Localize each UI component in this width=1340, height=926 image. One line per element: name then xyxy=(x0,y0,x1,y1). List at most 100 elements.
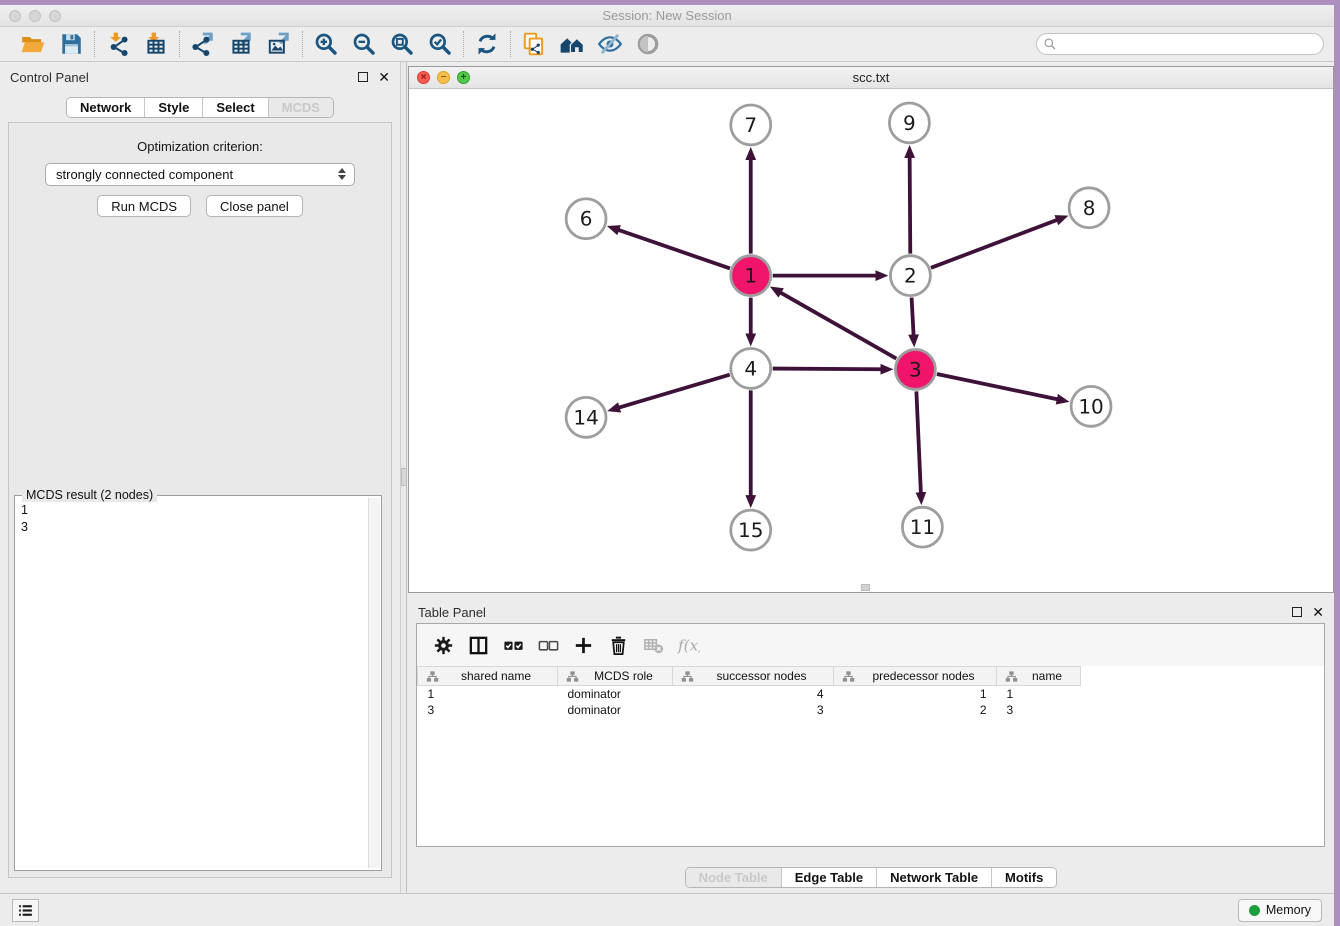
column-header-successor-nodes[interactable]: successor nodes xyxy=(673,667,834,686)
network-graph[interactable]: 7 9 6 8 1 2 4 3 14 10 15 11 xyxy=(409,89,1333,592)
edge-3-10[interactable] xyxy=(937,374,1058,399)
graph-node-7[interactable]: 7 xyxy=(731,105,771,145)
close-panel-icon[interactable]: ✕ xyxy=(378,72,390,82)
open-folder-button[interactable] xyxy=(18,30,48,58)
export-network-button[interactable] xyxy=(188,30,218,58)
import-table-button[interactable] xyxy=(141,30,171,58)
edge-4-3[interactable] xyxy=(773,369,882,370)
table-cell[interactable]: 2 xyxy=(834,702,997,718)
mcds-result-list[interactable]: 1 3 xyxy=(17,498,367,868)
node-label: 3 xyxy=(909,357,922,381)
export-image-icon xyxy=(266,31,292,57)
edge-3-1[interactable] xyxy=(780,292,896,358)
edge-2-8[interactable] xyxy=(931,220,1057,268)
graph-node-2[interactable]: 2 xyxy=(890,256,930,296)
table-cell[interactable]: dominator xyxy=(558,686,673,702)
optimization-criterion-dropdown[interactable]: strongly connected component xyxy=(45,163,355,186)
column-header-name[interactable]: name xyxy=(997,667,1081,686)
table-cell[interactable]: 3 xyxy=(673,702,834,718)
function-builder-button[interactable]: f(x) xyxy=(674,631,702,659)
show-all-icon xyxy=(635,31,661,57)
zoom-selected-button[interactable] xyxy=(425,30,455,58)
network-maximize-button[interactable]: + xyxy=(457,71,470,84)
refresh-button[interactable] xyxy=(472,30,502,58)
table-cell[interactable]: 3 xyxy=(997,702,1081,718)
network-minimize-button[interactable]: − xyxy=(437,71,450,84)
columns-button[interactable] xyxy=(464,631,492,659)
graph-node-15[interactable]: 15 xyxy=(731,510,771,550)
memory-status-icon xyxy=(1249,905,1260,916)
result-scrollbar[interactable] xyxy=(368,498,380,868)
run-mcds-button[interactable]: Run MCDS xyxy=(97,195,191,217)
import-network-button[interactable] xyxy=(103,30,133,58)
tab-edge-table[interactable]: Edge Table xyxy=(781,868,876,887)
network-canvas[interactable]: 7 9 6 8 1 2 4 3 14 10 15 11 xyxy=(409,89,1333,592)
table-cell[interactable]: 1 xyxy=(834,686,997,702)
edge-2-9[interactable] xyxy=(910,157,911,254)
add-column-button[interactable] xyxy=(569,631,597,659)
graph-node-9[interactable]: 9 xyxy=(889,103,929,143)
tab-node-table[interactable]: Node Table xyxy=(686,868,781,887)
save-button[interactable] xyxy=(56,30,86,58)
tab-select[interactable]: Select xyxy=(202,98,267,117)
clear-selection-button[interactable] xyxy=(534,631,562,659)
export-image-button[interactable] xyxy=(264,30,294,58)
hide-selected-button[interactable] xyxy=(595,30,625,58)
tab-motifs[interactable]: Motifs xyxy=(991,868,1056,887)
memory-button[interactable]: Memory xyxy=(1238,899,1322,922)
zoom-out-button[interactable] xyxy=(349,30,379,58)
graph-node-4[interactable]: 4 xyxy=(731,348,771,388)
gear-button[interactable] xyxy=(429,631,457,659)
network-window-titlebar[interactable]: × − + scc.txt xyxy=(409,67,1333,89)
graph-node-6[interactable]: 6 xyxy=(566,199,606,239)
node-label: 8 xyxy=(1083,196,1096,220)
close-panel-button[interactable]: Close panel xyxy=(206,195,303,217)
graph-node-14[interactable]: 14 xyxy=(566,397,606,437)
delete-table-button[interactable] xyxy=(639,631,667,659)
hide-selected-icon xyxy=(597,31,623,57)
panel-splitter[interactable] xyxy=(400,62,407,893)
edge-3-11[interactable] xyxy=(916,391,921,493)
graph-node-1[interactable]: 1 xyxy=(731,256,771,296)
import-network-icon xyxy=(105,31,131,57)
column-header-MCDS-role[interactable]: MCDS role xyxy=(558,667,673,686)
column-header-shared-name[interactable]: shared name xyxy=(418,667,558,686)
graph-node-8[interactable]: 8 xyxy=(1069,188,1109,228)
window-titlebar[interactable]: Session: New Session xyxy=(0,5,1334,27)
network-hscroll-thumb[interactable] xyxy=(861,584,870,591)
graph-node-10[interactable]: 10 xyxy=(1071,386,1111,426)
table-cell[interactable]: 1 xyxy=(418,686,558,702)
column-header-predecessor-nodes[interactable]: predecessor nodes xyxy=(834,667,997,686)
close-table-panel-icon[interactable]: ✕ xyxy=(1312,607,1324,617)
search-input[interactable] xyxy=(1057,35,1323,53)
table-cell[interactable]: 3 xyxy=(418,702,558,718)
task-history-button[interactable] xyxy=(12,899,39,922)
select-all-button[interactable] xyxy=(499,631,527,659)
show-all-button[interactable] xyxy=(633,30,663,58)
table-cell[interactable]: dominator xyxy=(558,702,673,718)
float-table-panel-icon[interactable] xyxy=(1292,607,1302,617)
float-panel-icon[interactable] xyxy=(358,72,368,82)
table-row[interactable]: 1dominator411 xyxy=(418,686,1081,702)
tab-style[interactable]: Style xyxy=(144,98,202,117)
tab-mcds[interactable]: MCDS xyxy=(268,98,333,117)
table-cell[interactable]: 4 xyxy=(673,686,834,702)
first-neighbors-button[interactable] xyxy=(557,30,587,58)
edge-2-3[interactable] xyxy=(912,298,914,336)
tab-network[interactable]: Network xyxy=(67,98,144,117)
export-table-button[interactable] xyxy=(226,30,256,58)
zoom-in-button[interactable] xyxy=(311,30,341,58)
graph-node-11[interactable]: 11 xyxy=(902,507,942,547)
zoom-fit-button[interactable] xyxy=(387,30,417,58)
search-field[interactable] xyxy=(1036,33,1324,55)
node-label: 10 xyxy=(1078,394,1103,418)
new-network-from-selection-button[interactable] xyxy=(519,30,549,58)
table-cell[interactable]: 1 xyxy=(997,686,1081,702)
graph-node-3[interactable]: 3 xyxy=(895,349,935,389)
tab-network-table[interactable]: Network Table xyxy=(876,868,991,887)
edge-1-6[interactable] xyxy=(618,230,730,269)
network-close-button[interactable]: × xyxy=(417,71,430,84)
table-row[interactable]: 3dominator323 xyxy=(418,702,1081,718)
delete-column-button[interactable] xyxy=(604,631,632,659)
edge-4-14[interactable] xyxy=(619,375,730,408)
